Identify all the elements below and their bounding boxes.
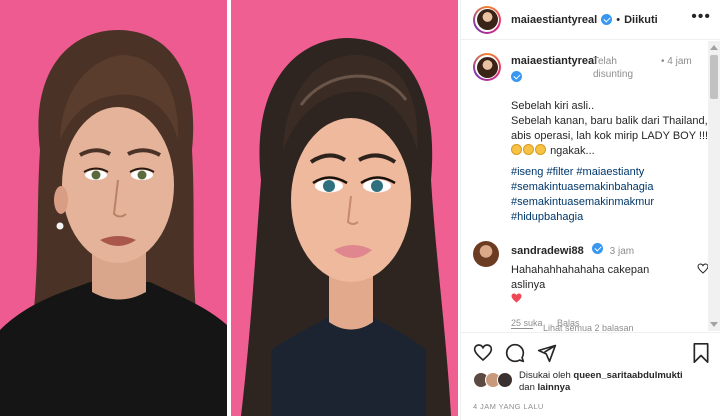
red-heart-emoji-icon: [511, 293, 522, 303]
laughing-emoji-icon: [535, 144, 546, 155]
caption-line: Sebelah kiri asli..: [511, 100, 595, 112]
hashtag-link[interactable]: #semakintuasemakinbahagia: [511, 180, 706, 195]
heart-icon[interactable]: [473, 343, 493, 362]
bookmark-icon[interactable]: [693, 343, 709, 363]
following-button[interactable]: Diikuti: [624, 14, 658, 26]
caption-verified-icon: [511, 71, 522, 82]
edited-label: Telah disunting: [593, 56, 634, 80]
commenter-verified-icon: [592, 243, 604, 254]
hashtag-link[interactable]: #semakintuasemakinmakmur: [511, 195, 706, 210]
others-link[interactable]: lainnya: [538, 382, 571, 393]
comment-icon[interactable]: [505, 343, 525, 363]
liker-avatars: [473, 372, 513, 390]
likes-summary: Disukai oleh queen_saritaabdulmukti dan …: [473, 370, 713, 400]
caption-time: • 4 jam: [661, 56, 692, 67]
liker-username-link[interactable]: queen_saritaabdulmukti: [573, 370, 682, 381]
post-header: maiaestiantyreal • Diikuti •••: [461, 0, 720, 40]
liker-avatar[interactable]: [497, 372, 513, 388]
comment-text: Hahahahhahahaha cakepan aslinya: [511, 263, 681, 308]
view-replies-link[interactable]: Lihat semua 2 balasan: [511, 323, 634, 331]
comment-time: 3 jam: [609, 246, 635, 257]
comments-scrollbar[interactable]: [708, 41, 720, 331]
verified-badge-icon: [601, 14, 613, 25]
liked-by-text: Disukai oleh queen_saritaabdulmukti dan …: [519, 370, 683, 393]
scroll-up-arrow-icon[interactable]: [710, 45, 718, 50]
hashtag-link[interactable]: #hidupbahagia: [511, 210, 706, 225]
photo-left-original: [0, 0, 227, 416]
caption-avatar[interactable]: [473, 53, 501, 81]
caption-line: Sebelah kanan, baru balik dari Thailand,: [511, 115, 708, 127]
post-sidebar: maiaestiantyreal • Diikuti ••• maiaestia…: [460, 0, 720, 420]
doll-portrait-illustration: [241, 38, 451, 416]
laughing-emoji-icon: [523, 144, 534, 155]
more-horizontal-icon[interactable]: •••: [691, 9, 711, 25]
hashtag-link[interactable]: #iseng #filter #maiaestianty: [511, 165, 706, 180]
commenter-username[interactable]: sandradewi88: [511, 245, 584, 257]
caption-username[interactable]: maiaestiantyreal: [511, 55, 597, 67]
photo-right-filtered: [231, 0, 458, 416]
caption-line: abis operasi, lah kok mirip LADY BOY !!!: [511, 130, 709, 142]
post-timestamp[interactable]: 4 JAM YANG LALU: [473, 402, 544, 411]
header-separator: •: [616, 13, 621, 26]
action-bar: [461, 332, 720, 372]
laughing-emoji-icon: [511, 144, 522, 155]
comments-panel[interactable]: maiaestiantyreal Telah disunting • 4 jam…: [461, 41, 709, 331]
post-image[interactable]: [0, 0, 460, 420]
author-username[interactable]: maiaestiantyreal: [511, 14, 597, 26]
hashtags: #iseng #filter #maiaestianty #semakintua…: [511, 165, 706, 225]
share-icon[interactable]: [537, 343, 557, 363]
scroll-thumb[interactable]: [710, 55, 718, 99]
scroll-down-arrow-icon[interactable]: [710, 322, 718, 327]
author-avatar[interactable]: [473, 5, 501, 34]
caption-text: Sebelah kiri asli.. Sebelah kanan, baru …: [511, 99, 709, 159]
caption-line-emoji: ngakak...: [511, 144, 706, 159]
woman-portrait-illustration: [0, 30, 227, 416]
commenter-avatar[interactable]: [473, 241, 499, 267]
